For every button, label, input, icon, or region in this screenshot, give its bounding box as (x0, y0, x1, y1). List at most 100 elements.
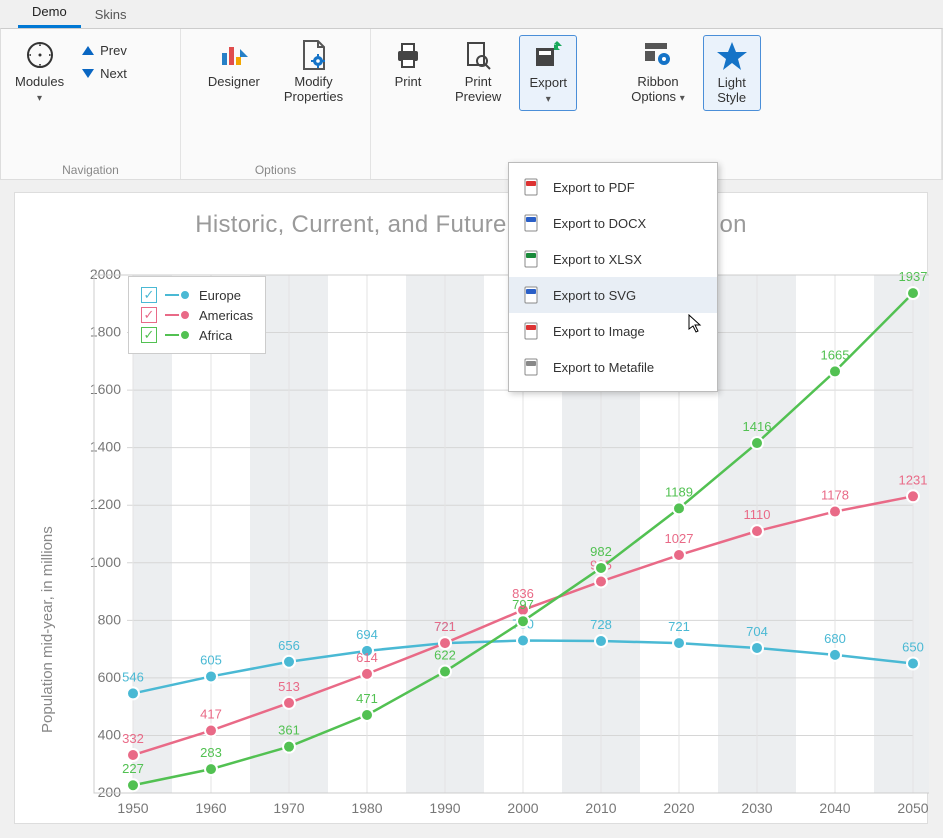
svg-file-icon (523, 286, 541, 304)
svg-text:1937: 1937 (899, 269, 928, 284)
export-label: Export (529, 75, 567, 90)
svg-text:1960: 1960 (195, 800, 226, 816)
preview-icon (462, 39, 494, 71)
ribbon: Modules ▾ Prev Next Navigation (0, 28, 943, 180)
svg-text:2000: 2000 (90, 266, 121, 282)
mouse-cursor-icon (688, 314, 704, 337)
print-button[interactable]: Print (379, 35, 437, 94)
dd-label: Export to XLSX (553, 252, 642, 267)
dd-label: Export to PDF (553, 180, 635, 195)
svg-text:227: 227 (122, 761, 144, 776)
svg-text:1980: 1980 (351, 800, 382, 816)
export-xlsx-item[interactable]: Export to XLSX (509, 241, 717, 277)
print-preview-button[interactable]: Print Preview (449, 35, 507, 109)
checkbox-icon: ✓ (141, 327, 157, 343)
svg-text:1416: 1416 (743, 419, 772, 434)
svg-text:1990: 1990 (429, 800, 460, 816)
svg-text:728: 728 (590, 617, 612, 632)
dd-label: Export to Metafile (553, 360, 654, 375)
modify-properties-label: Modify Properties (284, 75, 343, 105)
export-metafile-item[interactable]: Export to Metafile (509, 349, 717, 385)
xlsx-file-icon (523, 250, 541, 268)
next-label: Next (100, 66, 127, 81)
svg-text:1200: 1200 (90, 496, 121, 512)
svg-text:546: 546 (122, 669, 144, 684)
export-button[interactable]: Export ▾ (519, 35, 577, 111)
triangle-up-icon (82, 46, 94, 55)
export-image-item[interactable]: Export to Image (509, 313, 717, 349)
modules-button[interactable]: Modules ▾ (9, 35, 70, 109)
chart-legend: ✓ Europe ✓ Americas ✓ Africa (128, 276, 266, 354)
legend-item-africa[interactable]: ✓ Africa (141, 325, 253, 345)
svg-text:704: 704 (746, 624, 768, 639)
svg-text:1178: 1178 (821, 488, 849, 503)
tab-demo[interactable]: Demo (18, 0, 81, 28)
legend-label: Europe (199, 288, 241, 303)
svg-text:1231: 1231 (899, 472, 928, 487)
svg-text:721: 721 (668, 619, 690, 634)
svg-text:622: 622 (434, 648, 456, 663)
svg-text:605: 605 (200, 652, 222, 667)
svg-text:1400: 1400 (90, 439, 121, 455)
dd-label: Export to SVG (553, 288, 636, 303)
group-label-options: Options (189, 159, 362, 177)
modify-properties-button[interactable]: Modify Properties (278, 35, 349, 109)
svg-text:1189: 1189 (665, 484, 693, 499)
export-dropdown: Export to PDF Export to DOCX Export to X… (508, 162, 718, 392)
ribbon-options-label: Ribbon Options (631, 74, 678, 104)
legend-item-americas[interactable]: ✓ Americas (141, 305, 253, 325)
legend-item-europe[interactable]: ✓ Europe (141, 285, 253, 305)
prev-button[interactable]: Prev (82, 43, 127, 58)
light-style-button[interactable]: Light Style (703, 35, 761, 111)
svg-text:614: 614 (356, 650, 378, 665)
export-svg-item[interactable]: Export to SVG (509, 277, 717, 313)
modules-label: Modules (15, 74, 64, 89)
export-icon (532, 40, 564, 72)
svg-text:800: 800 (98, 611, 122, 627)
svg-text:200: 200 (98, 784, 122, 800)
star-icon (716, 40, 748, 72)
svg-text:694: 694 (356, 627, 378, 642)
svg-text:2010: 2010 (585, 800, 616, 816)
chevron-down-icon: ▾ (37, 93, 42, 104)
top-tabs: Demo Skins (0, 0, 943, 28)
svg-text:2030: 2030 (741, 800, 772, 816)
svg-text:982: 982 (590, 544, 612, 559)
next-button[interactable]: Next (82, 66, 127, 81)
legend-label: Africa (199, 328, 232, 343)
svg-text:2050: 2050 (897, 800, 928, 816)
export-docx-item[interactable]: Export to DOCX (509, 205, 717, 241)
designer-label: Designer (208, 75, 260, 90)
svg-text:1027: 1027 (665, 531, 694, 546)
group-label-navigation: Navigation (9, 159, 172, 177)
export-pdf-item[interactable]: Export to PDF (509, 169, 717, 205)
svg-text:361: 361 (278, 723, 300, 738)
svg-text:400: 400 (98, 726, 122, 742)
svg-text:1950: 1950 (117, 800, 148, 816)
docx-file-icon (523, 214, 541, 232)
legend-label: Americas (199, 308, 253, 323)
metafile-icon (523, 358, 541, 376)
chevron-down-icon: ▾ (546, 94, 551, 105)
svg-text:600: 600 (98, 669, 122, 685)
image-file-icon (523, 322, 541, 340)
pdf-file-icon (523, 178, 541, 196)
tab-skins[interactable]: Skins (81, 3, 141, 28)
svg-text:680: 680 (824, 631, 846, 646)
svg-text:797: 797 (512, 597, 534, 612)
designer-button[interactable]: Designer (202, 35, 266, 94)
svg-text:1665: 1665 (821, 347, 850, 362)
svg-text:650: 650 (902, 640, 924, 655)
svg-text:1000: 1000 (90, 554, 121, 570)
triangle-down-icon (82, 69, 94, 78)
svg-text:513: 513 (278, 679, 300, 694)
ribbon-options-button[interactable]: Ribbon Options ▾ (625, 35, 690, 109)
svg-text:471: 471 (356, 691, 378, 706)
svg-text:1970: 1970 (273, 800, 304, 816)
svg-text:656: 656 (278, 638, 300, 653)
printer-icon (392, 39, 424, 71)
dd-label: Export to Image (553, 324, 645, 339)
svg-text:2040: 2040 (819, 800, 850, 816)
svg-text:283: 283 (200, 745, 222, 760)
svg-text:1600: 1600 (90, 381, 121, 397)
